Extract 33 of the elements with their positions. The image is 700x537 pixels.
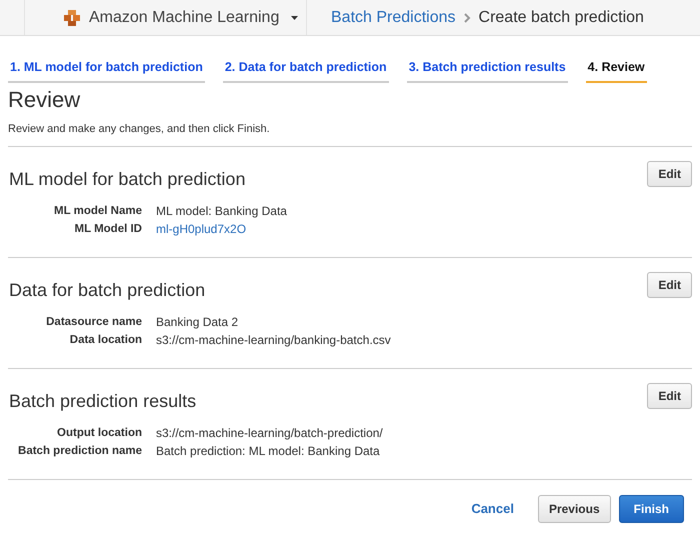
field-label: Data location: [68, 333, 143, 348]
page-description: Review and make any changes, and then click Finish.: [8, 122, 271, 138]
finish-button[interactable]: Finish: [618, 494, 684, 523]
wizard-step-tab[interactable]: 2. Data for batch prediction: [222, 58, 389, 83]
caret-icon[interactable]: [291, 16, 298, 20]
service-menu[interactable]: Amazon Machine Learning: [89, 6, 280, 30]
field-value: s3://cm-machine-learning/batch-prediction/: [156, 425, 383, 442]
edit-button[interactable]: Edit: [647, 160, 692, 187]
field-label: Batch prediction name: [17, 444, 143, 460]
wizard-step-tab[interactable]: 1. ML model for batch prediction: [8, 58, 205, 83]
field-value: s3://cm-machine-learning/banking-batch.csv: [156, 332, 391, 350]
page-title: Review: [8, 86, 82, 114]
section-title: Data for batch prediction: [9, 278, 206, 302]
breadcrumb-current: Create batch prediction: [478, 8, 644, 28]
cubes-icon: [63, 8, 81, 26]
field-value: Batch prediction: ML model: Banking Data: [156, 443, 380, 460]
wizard-step-tab[interactable]: 3. Batch prediction results: [406, 58, 568, 83]
field-value: ML model: Banking Data: [156, 203, 287, 220]
previous-button[interactable]: Previous: [538, 494, 611, 523]
breadcrumb-link[interactable]: Batch Predictions: [331, 6, 456, 30]
field-label: Datasource name: [45, 315, 143, 330]
cancel-link[interactable]: Cancel: [471, 498, 514, 518]
field-label: ML Model ID: [73, 222, 143, 238]
field-label: ML model Name: [53, 204, 143, 220]
field-label: Output location: [56, 426, 143, 442]
chevron-icon: [464, 12, 471, 22]
wizard-step-tab[interactable]: 4. Review: [586, 58, 647, 83]
edit-button[interactable]: Edit: [647, 382, 692, 409]
section-title: ML model for batch prediction: [9, 168, 246, 190]
field-value: Banking Data 2: [156, 314, 238, 332]
section-title: Batch prediction results: [9, 390, 196, 412]
field-link[interactable]: ml-gH0plud7x2O: [156, 220, 246, 238]
edit-button[interactable]: Edit: [647, 272, 692, 298]
